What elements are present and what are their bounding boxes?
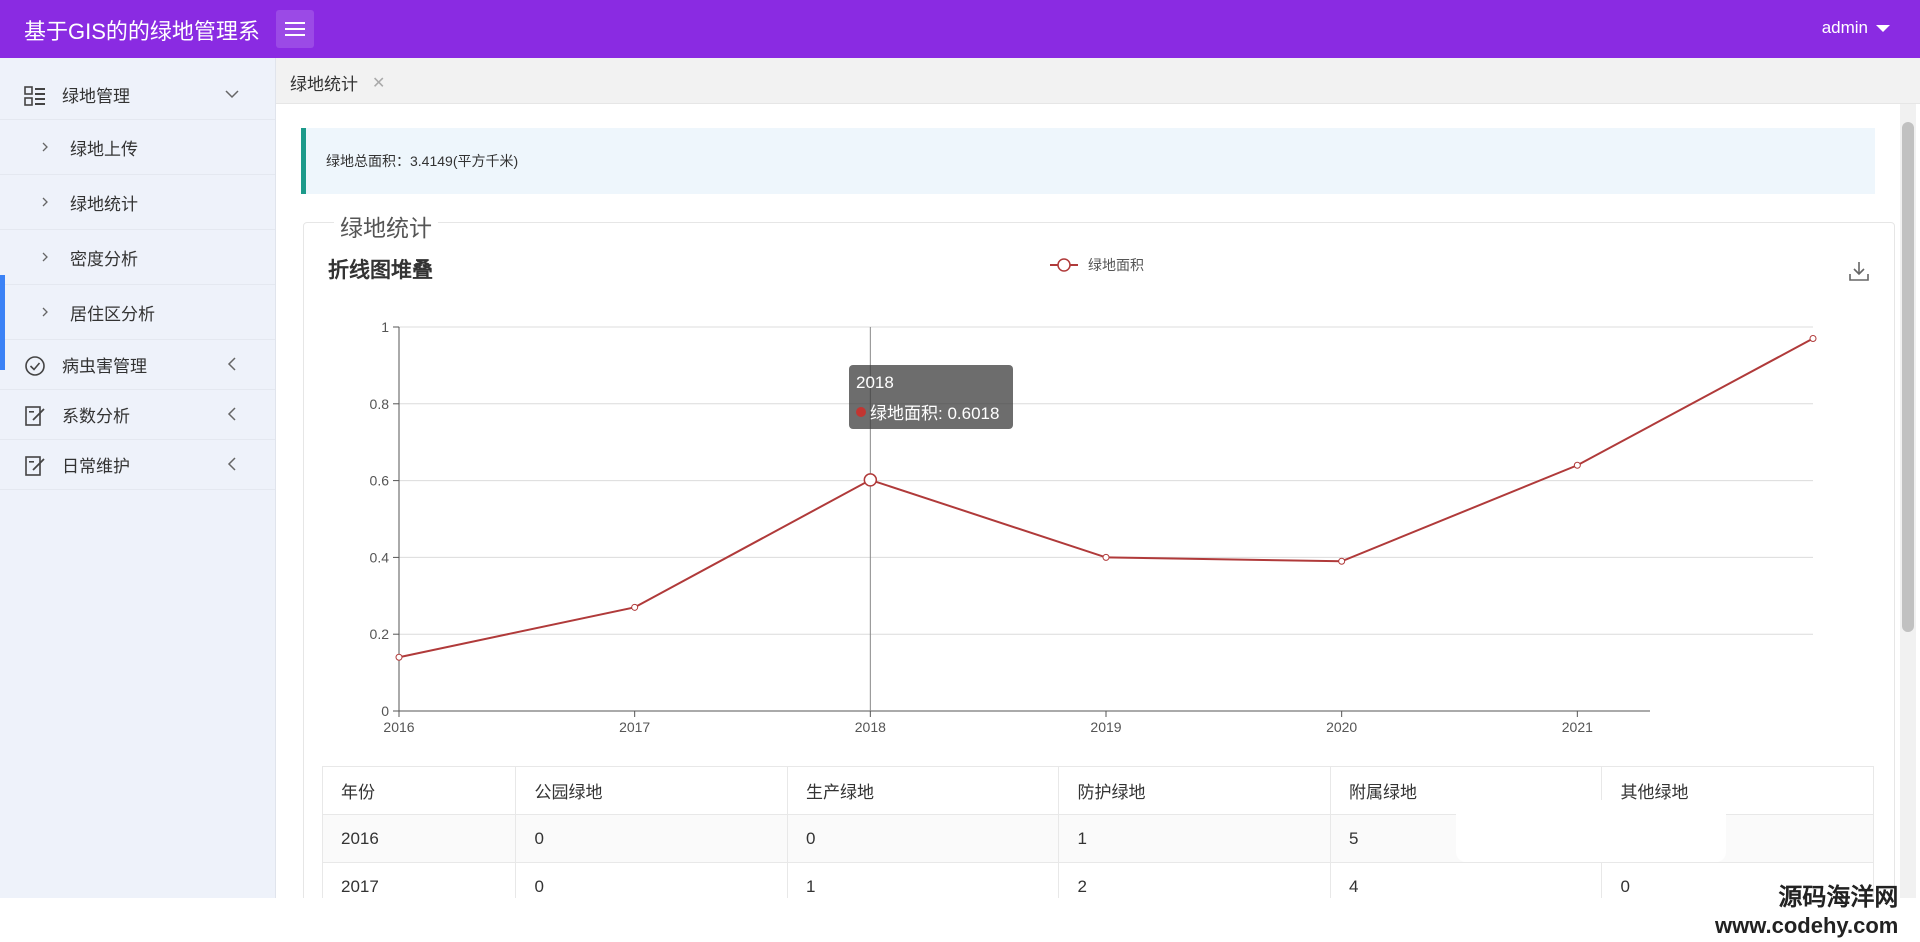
y-tick-label: 0.4 bbox=[370, 549, 390, 565]
table-header: 防护绿地 bbox=[1058, 766, 1331, 815]
table-header: 生产绿地 bbox=[786, 766, 1060, 815]
y-tick-label: 0.6 bbox=[370, 473, 390, 489]
overlay-patch bbox=[1456, 800, 1726, 862]
data-point bbox=[1102, 553, 1110, 561]
overlay-patch bbox=[1650, 668, 1842, 766]
bottom-strip bbox=[0, 898, 1920, 942]
table-cell: 0 bbox=[515, 814, 788, 863]
data-point bbox=[1809, 335, 1817, 343]
data-point bbox=[1338, 557, 1346, 565]
table-cell: 0 bbox=[786, 814, 1060, 863]
table-header: 公园绿地 bbox=[515, 766, 788, 815]
y-tick-label: 0 bbox=[381, 703, 389, 719]
x-tick-label: 2020 bbox=[1326, 719, 1357, 735]
x-tick-label: 2018 bbox=[855, 719, 886, 735]
data-point bbox=[631, 603, 639, 611]
y-tick-label: 0.8 bbox=[370, 396, 390, 412]
x-tick-label: 2019 bbox=[1090, 719, 1121, 735]
tooltip-value: 绿地面积: 0.6018 bbox=[870, 404, 1000, 423]
chart-tooltip: 2018 绿地面积: 0.6018 bbox=[849, 365, 1013, 429]
y-tick-label: 0.2 bbox=[370, 626, 390, 642]
tooltip-year: 2018 bbox=[856, 373, 894, 392]
watermark-line2: www.codehy.com bbox=[1715, 913, 1899, 938]
x-tick-label: 2017 bbox=[619, 719, 650, 735]
data-point bbox=[395, 653, 403, 661]
x-tick-label: 2021 bbox=[1562, 719, 1593, 735]
series-dot-icon bbox=[856, 406, 866, 417]
legend-marker bbox=[1057, 258, 1071, 272]
y-tick-label: 1 bbox=[381, 319, 389, 335]
table-cell: 1 bbox=[1058, 814, 1331, 863]
x-tick-label: 2016 bbox=[383, 719, 414, 735]
table-cell: 2016 bbox=[321, 814, 517, 863]
data-point bbox=[1573, 461, 1581, 469]
watermark: 源码海洋网 www.codehy.com bbox=[1715, 884, 1898, 940]
series-line bbox=[398, 337, 1814, 659]
legend-label: 绿地面积 bbox=[1088, 257, 1144, 273]
table-header: 年份 bbox=[321, 766, 517, 815]
watermark-line1: 源码海洋网 bbox=[1778, 884, 1899, 911]
data-point bbox=[863, 473, 878, 487]
scrollbar-thumb[interactable] bbox=[1902, 122, 1914, 632]
